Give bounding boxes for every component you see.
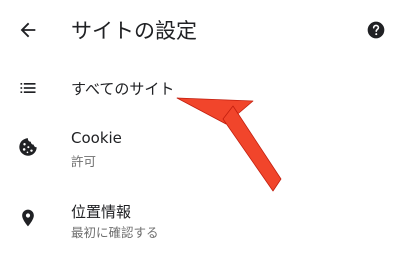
arrow-back-icon [17,19,39,45]
back-button[interactable] [12,16,44,48]
cookie-status: 許可 [71,154,97,169]
app-bar: サイトの設定 [0,0,400,64]
help-button[interactable] [362,18,390,46]
location-pin-icon [14,204,42,232]
cookie-label: Cookie [71,129,122,147]
list-icon [14,74,42,102]
cookie-icon [14,133,42,161]
location-label: 位置情報 [71,203,132,221]
location-status: 最初に確認する [71,225,159,240]
all-sites-item[interactable]: すべてのサイト [0,64,400,112]
help-icon [366,20,386,44]
all-sites-label: すべてのサイト [71,80,175,98]
location-item[interactable]: 位置情報 最初に確認する [0,190,400,248]
page-title: サイトの設定 [71,19,197,43]
cookie-item[interactable]: Cookie 許可 [0,118,400,176]
